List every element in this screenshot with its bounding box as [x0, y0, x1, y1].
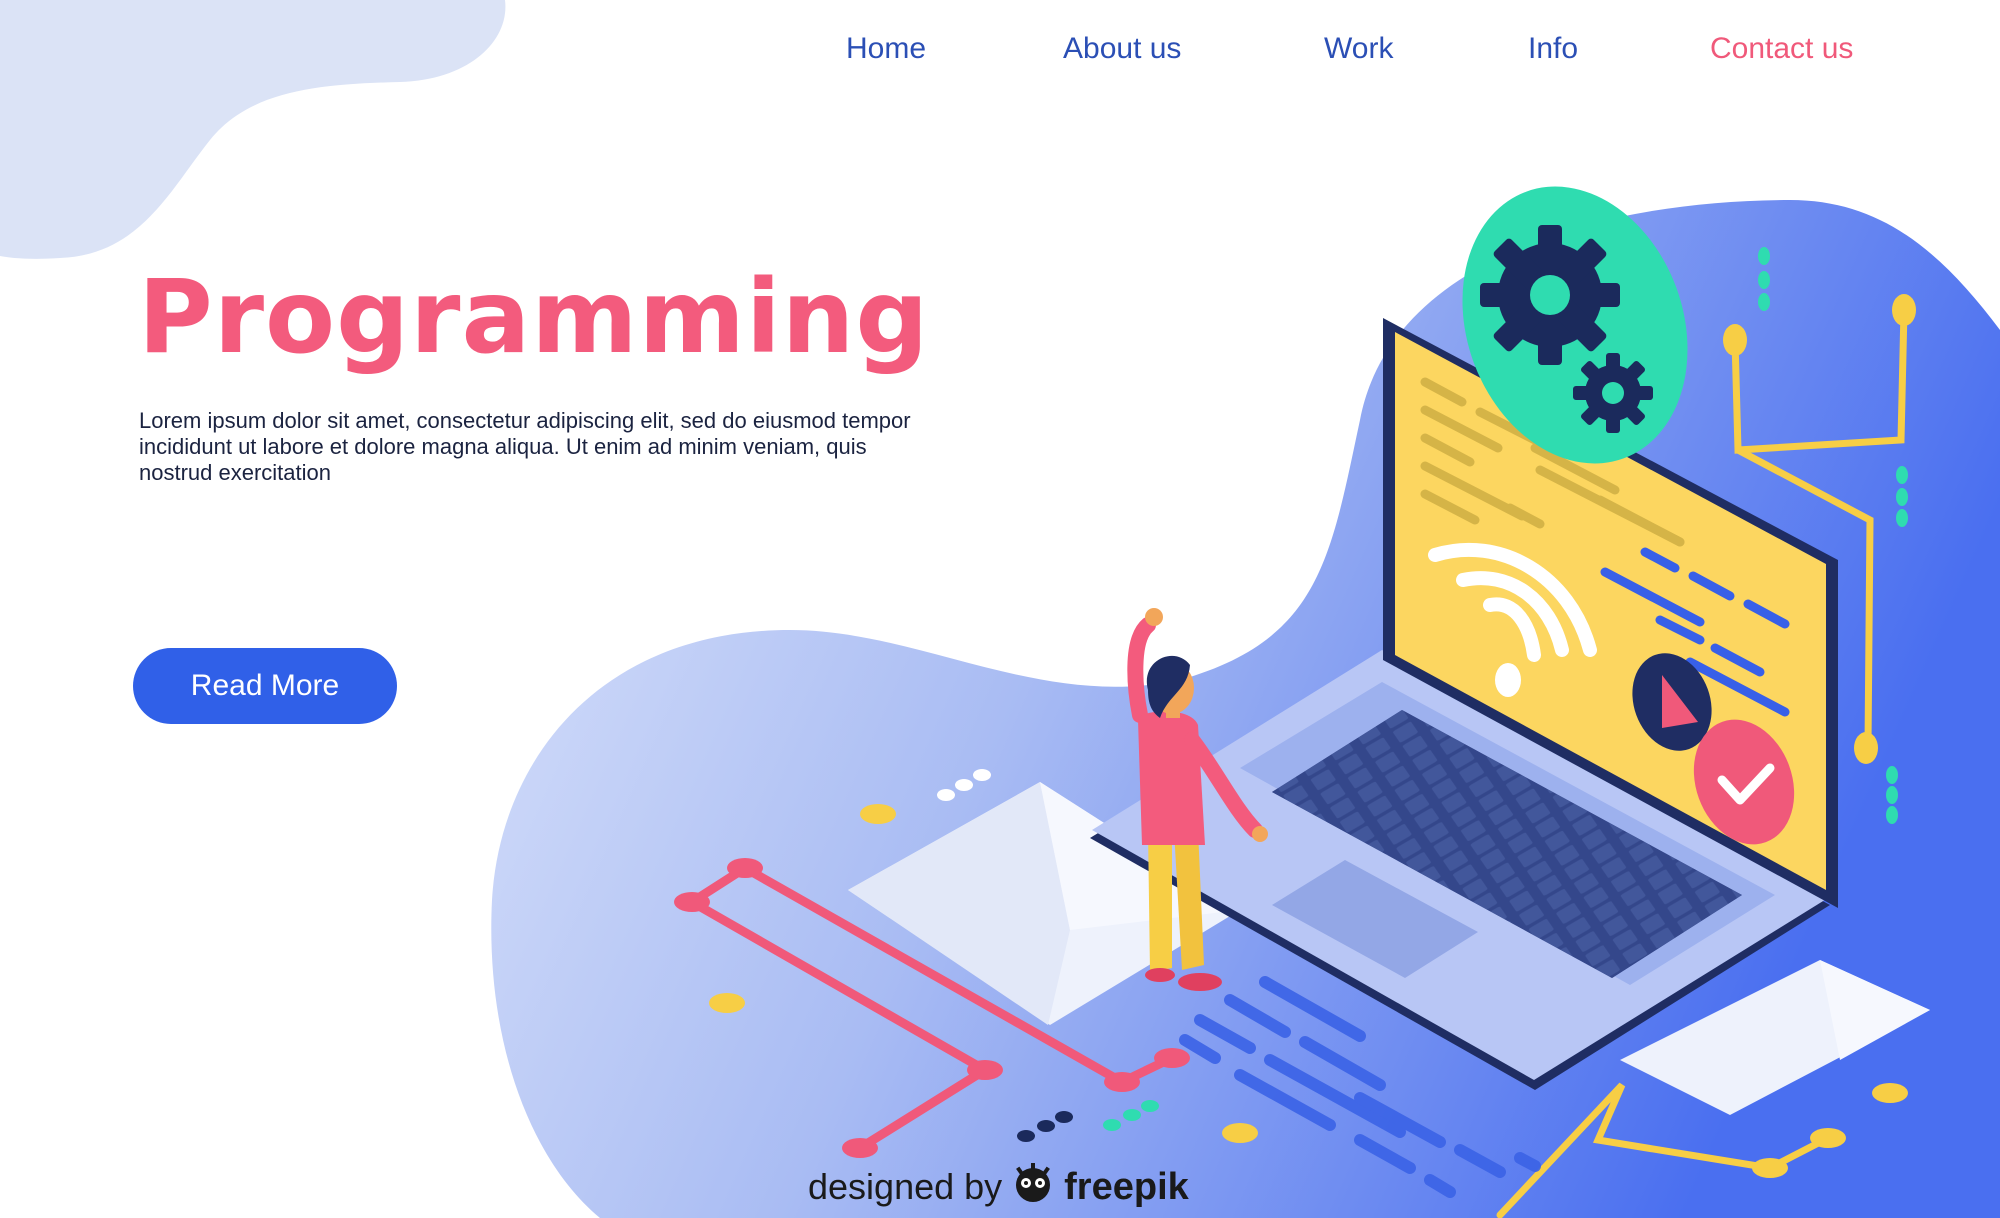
- credit-line: designed by freepik: [808, 1162, 1189, 1212]
- freepik-brand[interactable]: freepik: [1064, 1166, 1189, 1209]
- hero-illustration: [674, 186, 1930, 1218]
- credit-text: designed by: [808, 1166, 1003, 1207]
- freepik-logo-icon: [1012, 1162, 1054, 1213]
